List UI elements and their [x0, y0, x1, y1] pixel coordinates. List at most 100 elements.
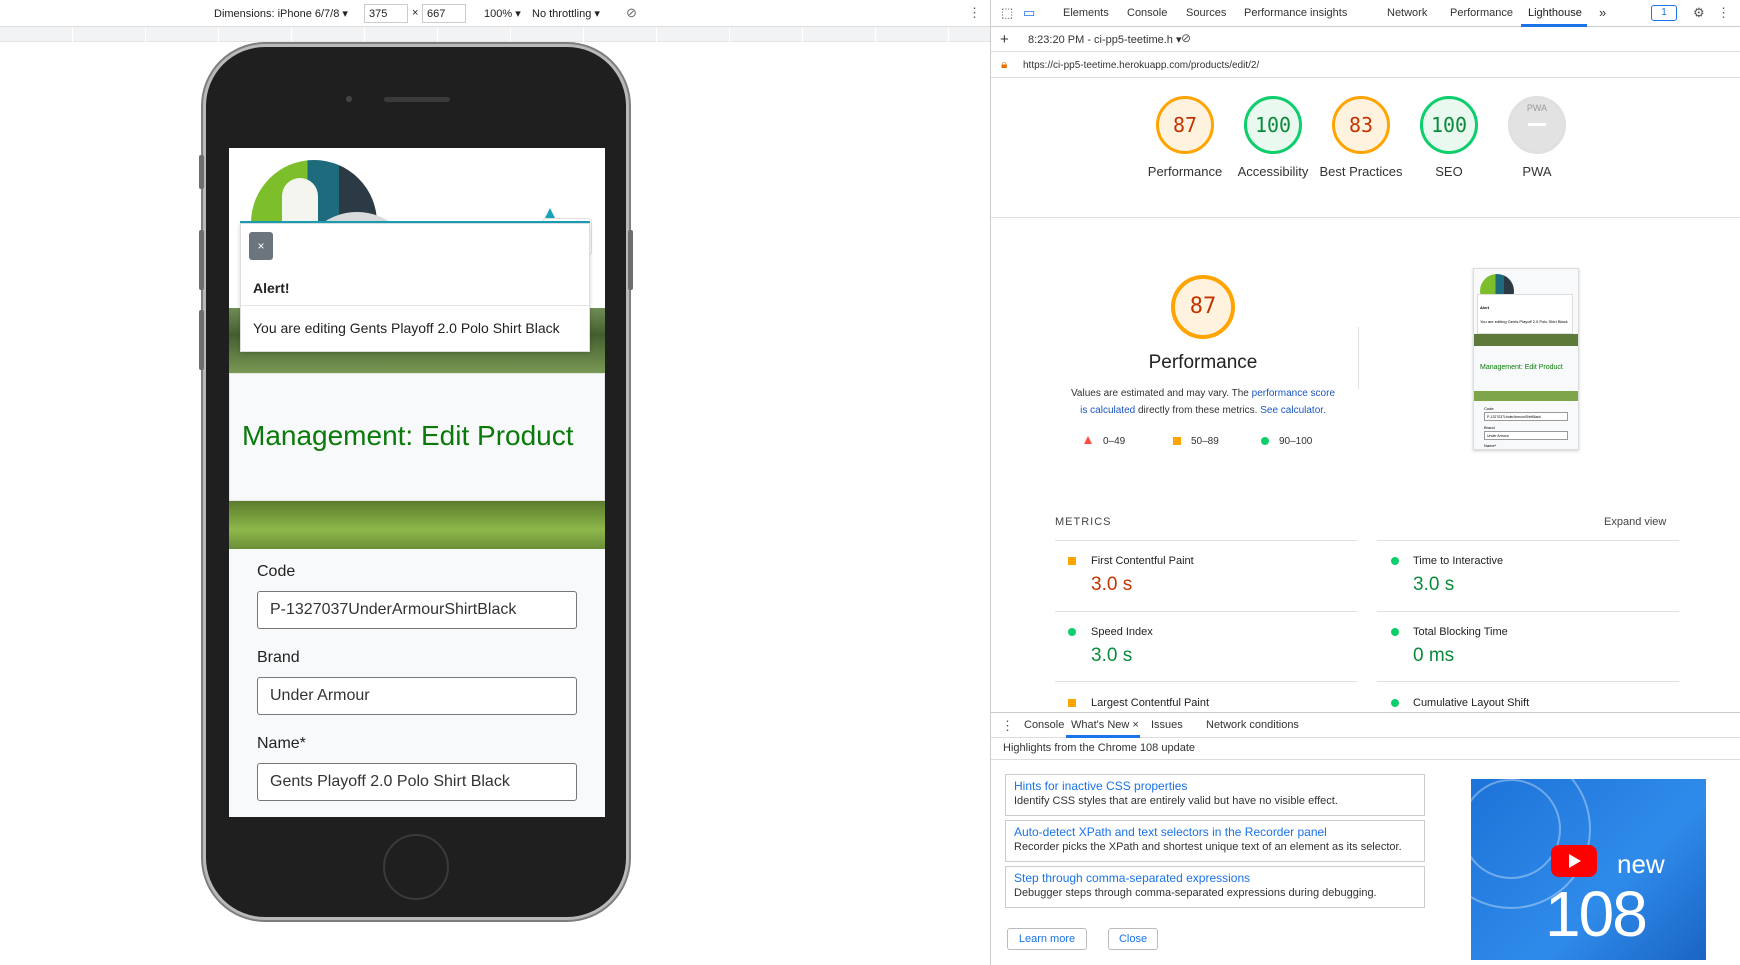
best-practices-label: Best Practices: [1319, 164, 1403, 179]
metric-tti-name: Time to Interactive: [1413, 555, 1504, 567]
metric-si-name: Speed Index: [1091, 626, 1153, 638]
metric-tbt-value: 0 ms: [1413, 645, 1455, 666]
vertical-divider: [1358, 327, 1359, 389]
feature-card-title[interactable]: Hints for inactive CSS properties: [1014, 779, 1416, 793]
drawer-menu-icon[interactable]: ⋮: [1001, 718, 1014, 734]
code-input[interactable]: P-1327037UnderArmourShirtBlack: [257, 591, 577, 629]
tab-sources[interactable]: Sources: [1186, 7, 1226, 19]
is-calculated-link[interactable]: is calculated: [1080, 405, 1135, 416]
hero-image-lower: [229, 501, 605, 549]
metric-fcp-name: First Contentful Paint: [1091, 555, 1194, 567]
metric-cls-name: Cumulative Layout Shift: [1413, 697, 1530, 709]
tab-performance-insights[interactable]: Performance insights: [1244, 7, 1347, 19]
alert-close-button[interactable]: ×: [249, 232, 273, 260]
drawer-tab-whats-new[interactable]: What's New ×: [1071, 719, 1139, 731]
accessibility-gauge[interactable]: 100: [1244, 96, 1302, 154]
alert-body: You are editing Gents Playoff 2.0 Polo S…: [253, 320, 560, 336]
more-options-icon[interactable]: ⋮: [1717, 5, 1730, 21]
clear-icon[interactable]: ⊘: [1181, 31, 1191, 45]
pwa-label: PWA: [1522, 164, 1552, 179]
learn-more-button[interactable]: Learn more: [1007, 928, 1087, 950]
legend-average: 50–89: [1191, 436, 1219, 447]
performance-score-link[interactable]: performance score: [1252, 388, 1335, 399]
legend-fail: 0–49: [1103, 436, 1126, 447]
issues-badge[interactable]: 1: [1651, 5, 1677, 21]
expand-view-toggle[interactable]: Expand view: [1604, 516, 1666, 528]
performance-label: Performance: [1147, 164, 1223, 179]
times-sign: ×: [412, 7, 419, 19]
inspect-icon[interactable]: ⬚: [1001, 5, 1013, 21]
feature-card-title[interactable]: Auto-detect XPath and text selectors in …: [1014, 825, 1416, 839]
drawer-tab-issues[interactable]: Issues: [1151, 719, 1183, 731]
throttling-select[interactable]: No throttling ▾: [532, 7, 600, 20]
metric-lcp-name: Largest Contentful Paint: [1091, 697, 1210, 709]
whats-new-highlights: Highlights from the Chrome 108 update: [991, 738, 1740, 760]
tab-console[interactable]: Console: [1127, 7, 1167, 19]
tab-lighthouse[interactable]: Lighthouse: [1528, 7, 1582, 19]
drawer-tab-bar: ⋮ Console What's New × Issues Network co…: [991, 713, 1740, 738]
audited-url[interactable]: https://ci-pp5-teetime.herokuapp.com/pro…: [1023, 60, 1259, 71]
alert-divider: [241, 305, 589, 306]
video-version-text: 108: [1545, 878, 1648, 950]
add-report-icon[interactable]: +: [1000, 31, 1009, 48]
divider: [991, 217, 1740, 218]
play-icon[interactable]: [1551, 845, 1597, 877]
settings-icon[interactable]: ⚙: [1693, 5, 1705, 21]
drawer-tab-network-conditions[interactable]: Network conditions: [1206, 719, 1299, 731]
average-square-icon: [1173, 437, 1181, 445]
device-toggle-icon[interactable]: ▭: [1023, 5, 1035, 21]
code-label: Code: [257, 563, 296, 580]
screen-root: Dimensions: iPhone 6/7/8 ▾ 375 × 667 100…: [0, 0, 1740, 965]
name-input[interactable]: Gents Playoff 2.0 Polo Shirt Black: [257, 763, 577, 801]
metrics-divider-left: [1055, 540, 1357, 541]
drawer-tab-console[interactable]: Console: [1024, 719, 1064, 731]
feature-card[interactable]: Hints for inactive CSS properties Identi…: [1005, 774, 1425, 816]
lcp-average-icon: [1068, 699, 1076, 707]
devtools-panel: ⬚ ▭ Elements Console Sources Performance…: [990, 0, 1740, 965]
best-practices-gauge[interactable]: 83: [1332, 96, 1390, 154]
feature-card-desc: Identify CSS styles that are entirely va…: [1014, 795, 1338, 807]
close-tab-icon[interactable]: ×: [1132, 719, 1138, 731]
tab-elements[interactable]: Elements: [1063, 7, 1109, 19]
metrics-row-divider: [1055, 611, 1357, 612]
rotate-icon[interactable]: ⊘: [626, 5, 637, 21]
feature-card[interactable]: Auto-detect XPath and text selectors in …: [1005, 820, 1425, 862]
more-options-icon[interactable]: ⋮: [968, 5, 981, 21]
feature-card-title[interactable]: Step through comma-separated expressions: [1014, 871, 1416, 885]
metrics-divider-right: [1377, 540, 1679, 541]
pass-circle-icon: [1261, 437, 1269, 445]
metrics-row-divider: [1377, 611, 1679, 612]
feature-card[interactable]: Step through comma-separated expressions…: [1005, 866, 1425, 908]
phone-mute-switch: [199, 155, 204, 189]
seo-label: SEO: [1435, 164, 1463, 179]
phone-screen: × Alert! You are editing Gents Playoff 2…: [229, 148, 605, 817]
final-screenshot-thumbnail[interactable]: Alert You are editing Gents Playoff 2.0 …: [1473, 268, 1579, 450]
video-new-text: new: [1617, 849, 1665, 879]
height-input[interactable]: 667: [422, 4, 466, 23]
tbt-pass-icon: [1391, 628, 1399, 636]
site-header: × Alert! You are editing Gents Playoff 2…: [229, 148, 605, 375]
feature-card-desc: Recorder picks the XPath and shortest un…: [1014, 841, 1402, 853]
fail-triangle-icon: [1084, 436, 1092, 444]
see-calculator-link[interactable]: See calculator.: [1260, 405, 1326, 416]
performance-gauge[interactable]: 87: [1156, 96, 1214, 154]
phone-power-button: [628, 230, 633, 290]
report-select[interactable]: 8:23:20 PM - ci-pp5-teetime.h ▾: [1028, 33, 1181, 46]
brand-label: Brand: [257, 649, 300, 666]
name-label: Name*: [257, 735, 306, 752]
tab-performance[interactable]: Performance: [1450, 7, 1513, 19]
seo-gauge[interactable]: 100: [1420, 96, 1478, 154]
dimensions-select[interactable]: Dimensions: iPhone 6/7/8 ▾: [214, 7, 348, 20]
fcp-average-icon: [1068, 557, 1076, 565]
more-tabs-icon[interactable]: »: [1599, 5, 1606, 20]
whats-new-video-thumbnail[interactable]: new 108: [1471, 779, 1706, 960]
brand-input[interactable]: Under Armour: [257, 677, 577, 715]
ruler: [0, 27, 990, 42]
page-title: Management: Edit Product: [242, 420, 574, 451]
pwa-gauge[interactable]: PWA: [1508, 96, 1566, 154]
width-input[interactable]: 375: [364, 4, 408, 23]
performance-score-large: 87: [1171, 275, 1235, 339]
tab-network[interactable]: Network: [1387, 7, 1427, 19]
close-button[interactable]: Close: [1108, 928, 1158, 950]
zoom-select[interactable]: 100% ▾: [484, 7, 521, 20]
